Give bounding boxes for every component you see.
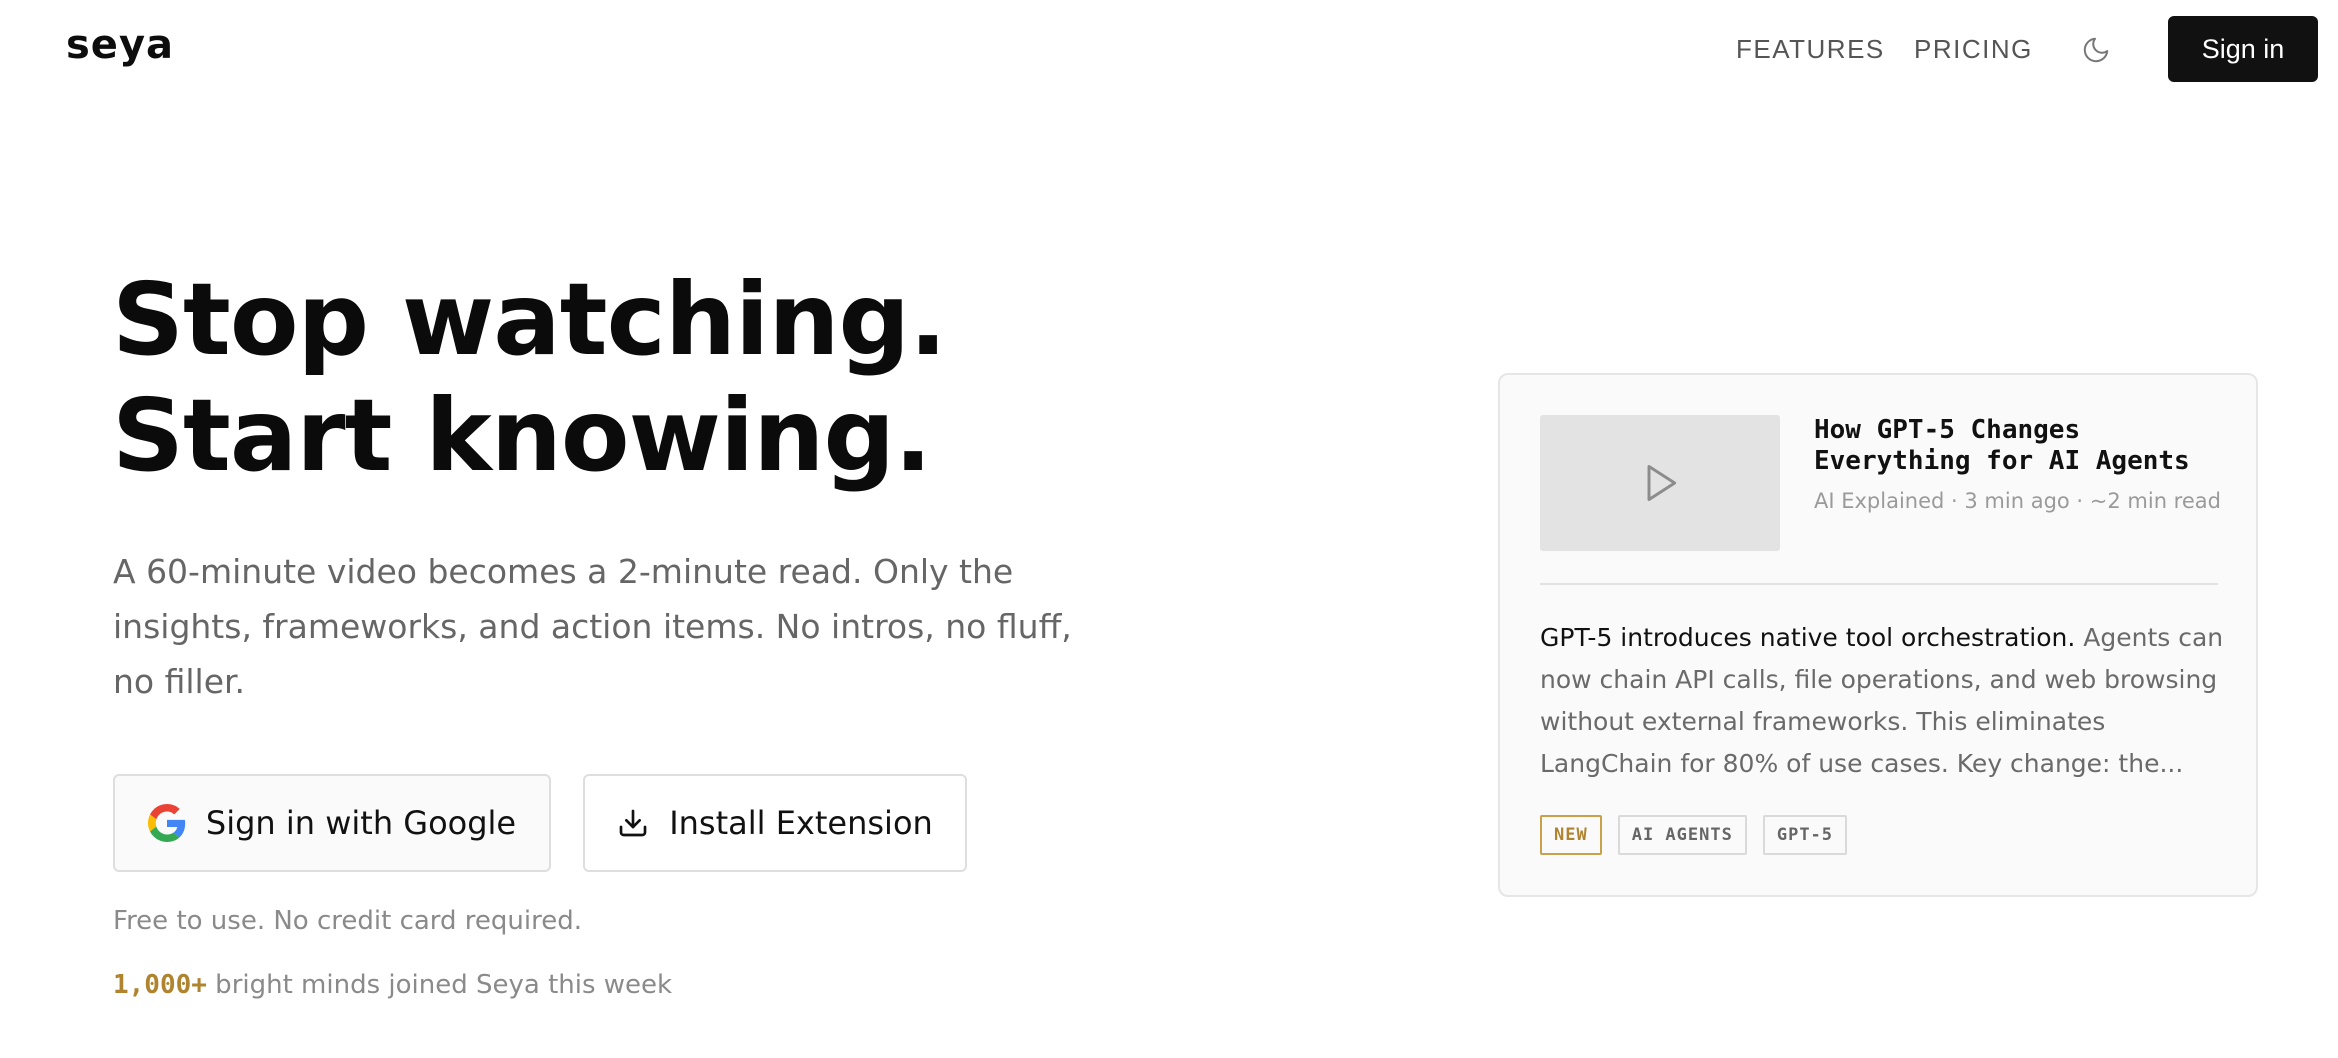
install-extension-button[interactable]: Install Extension [583, 774, 967, 872]
site-header: seya FEATURES PRICING Sign in [0, 0, 2338, 100]
headline-line-1: Stop watching. [112, 261, 947, 378]
free-note: Free to use. No credit card required. [113, 906, 583, 936]
nav-pricing[interactable]: PRICING [1914, 34, 2033, 65]
headline-line-2: Start knowing. [112, 377, 932, 494]
summary-preview-card: How GPT-5 Changes Everything for AI Agen… [1498, 373, 2258, 897]
google-button-label: Sign in with Google [205, 804, 517, 842]
joined-text: bright minds joined Seya this week [206, 970, 673, 1000]
summary-lead: GPT-5 introduces native tool orchestrati… [1540, 623, 2076, 652]
social-proof: 1,000+ bright minds joined Seya this wee… [113, 970, 672, 1000]
play-icon [1647, 465, 1677, 501]
video-thumbnail[interactable] [1540, 415, 1780, 551]
moon-icon [2083, 37, 2109, 63]
sign-in-with-google-button[interactable]: Sign in with Google [113, 774, 551, 872]
theme-toggle-button[interactable] [2076, 30, 2116, 70]
hero-headline: Stop watching. Start knowing. [112, 261, 947, 494]
video-title: How GPT-5 Changes Everything for AI Agen… [1814, 415, 2190, 476]
video-meta: AI Explained · 3 min ago · ~2 min read [1814, 489, 2221, 513]
sign-in-button[interactable]: Sign in [2168, 16, 2318, 82]
google-g-icon [147, 804, 186, 842]
logo[interactable]: seya [66, 22, 174, 68]
tag-gpt-5: GPT-5 [1762, 815, 1848, 855]
hero-subtext: A 60-minute video becomes a 2-minute rea… [113, 552, 1072, 701]
install-button-label: Install Extension [669, 804, 933, 842]
tag-new: NEW [1540, 815, 1602, 855]
nav-features[interactable]: FEATURES [1736, 34, 1885, 65]
card-divider [1540, 583, 2218, 585]
joined-count: 1,000+ [113, 970, 207, 1000]
tag-list: NEW AI AGENTS GPT-5 [1540, 815, 1848, 855]
download-icon [619, 809, 647, 837]
tag-ai-agents: AI AGENTS [1617, 815, 1747, 855]
summary-text: GPT-5 introduces native tool orchestrati… [1540, 617, 2230, 785]
